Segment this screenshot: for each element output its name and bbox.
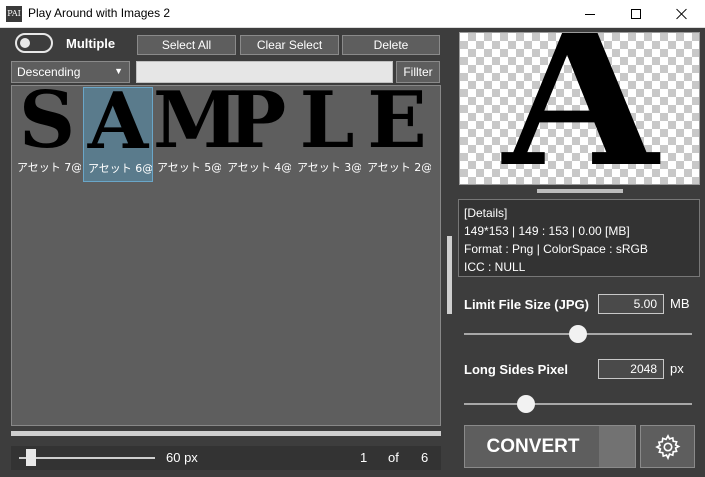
settings-button[interactable] xyxy=(640,425,695,468)
image-preview: A xyxy=(459,32,700,185)
preview-scrollbar[interactable] xyxy=(537,189,623,193)
grid-vertical-scrollbar[interactable] xyxy=(447,236,452,314)
app-logo-icon: PAI xyxy=(6,6,22,22)
clear-select-button[interactable]: Clear Select xyxy=(240,35,339,55)
limit-file-size-unit: MB xyxy=(670,296,690,311)
details-format: Format : Png | ColorSpace : sRGB xyxy=(464,242,648,256)
preview-image: A xyxy=(502,32,659,185)
thumbnail-item[interactable]: S アセット 7@4x xyxy=(13,75,83,182)
close-icon xyxy=(676,8,688,20)
thumbnail-image: S xyxy=(18,75,76,166)
title-bar: PAI Play Around with Images 2 xyxy=(0,0,705,28)
thumbnail-grid[interactable]: S アセット 7@4x A アセット 6@4x M アセット 5@4x P アセ… xyxy=(11,75,441,426)
multiple-label: Multiple xyxy=(66,36,116,51)
thumbnail-image: P xyxy=(227,75,287,166)
details-heading: [Details] xyxy=(464,206,508,220)
thumbnail-image: E xyxy=(367,75,427,166)
thumbnail-size-slider-thumb[interactable] xyxy=(25,449,36,466)
long-sides-pixel-input[interactable]: 2048 xyxy=(598,359,664,379)
maximize-icon xyxy=(631,9,641,19)
minimize-icon xyxy=(585,13,595,15)
details-panel: [Details] 149*153 | 149 : 153 | 0.00 [MB… xyxy=(458,199,700,277)
thumbnail-image: M xyxy=(153,75,240,166)
select-all-button[interactable]: Select All xyxy=(137,35,236,55)
multiple-toggle[interactable] xyxy=(15,33,53,53)
thumbnail-size-value: 60 px xyxy=(166,450,198,465)
convert-label: CONVERT xyxy=(486,436,580,457)
gear-icon xyxy=(654,433,680,460)
status-bar: 60 px 1 of 6 xyxy=(11,446,441,470)
thumbnail-item[interactable]: E アセット 2@4x xyxy=(363,75,433,182)
thumbnail-size-track[interactable] xyxy=(19,457,155,459)
convert-progress-segment xyxy=(599,426,635,467)
thumbnail-label: アセット 6@4x xyxy=(88,162,152,175)
page-total: 6 xyxy=(421,450,429,465)
long-sides-pixel-unit: px xyxy=(670,361,684,376)
window-title: Play Around with Images 2 xyxy=(28,6,171,20)
thumbnail-item-selected[interactable]: A アセット 6@4x xyxy=(83,76,153,182)
thumbnail-item[interactable]: M アセット 5@4x xyxy=(153,75,240,182)
long-sides-pixel-label: Long Sides Pixel xyxy=(464,362,569,377)
details-dimensions: 149*153 | 149 : 153 | 0.00 [MB] xyxy=(464,224,630,238)
grid-horizontal-scrollbar[interactable] xyxy=(11,431,441,436)
long-sides-pixel-track[interactable] xyxy=(464,403,692,405)
toggle-knob xyxy=(20,38,30,48)
details-icc: ICC : NULL xyxy=(464,260,526,274)
thumbnail-label: アセット 4@4x xyxy=(227,161,291,174)
limit-file-size-slider-thumb[interactable] xyxy=(569,325,587,343)
thumbnail-image: A xyxy=(87,76,149,167)
limit-file-size-label: Limit File Size (JPG) xyxy=(464,297,589,312)
thumbnail-label: アセット 3@4x xyxy=(297,161,361,174)
limit-file-size-input[interactable]: 5.00 xyxy=(598,294,664,314)
page-of-label: of xyxy=(388,450,399,465)
delete-button[interactable]: Delete xyxy=(342,35,440,55)
maximize-button[interactable] xyxy=(613,0,659,28)
page-current: 1 xyxy=(360,450,368,465)
long-sides-pixel-slider-thumb[interactable] xyxy=(516,395,535,413)
thumbnail-item[interactable]: P アセット 4@4x xyxy=(223,75,293,182)
thumbnail-label: アセット 7@4x xyxy=(17,161,81,174)
minimize-button[interactable] xyxy=(567,0,613,28)
thumbnail-image: L xyxy=(299,75,355,166)
thumbnail-label: アセット 2@4x xyxy=(367,161,431,174)
chevron-down-icon: ▼ xyxy=(114,66,123,76)
close-button[interactable] xyxy=(659,0,705,28)
thumbnail-label: アセット 5@4x xyxy=(157,161,221,174)
convert-button[interactable]: CONVERT xyxy=(464,425,636,468)
thumbnail-item[interactable]: L アセット 3@4x xyxy=(293,75,363,182)
